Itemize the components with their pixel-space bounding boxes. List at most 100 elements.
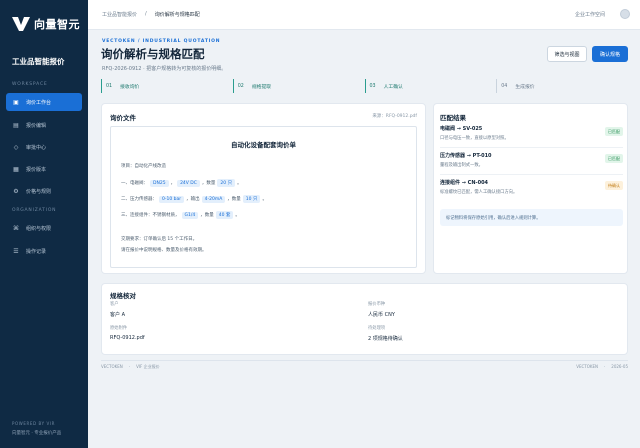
footer-separator: ·: [128, 364, 131, 369]
line-text: ，数量: [227, 197, 241, 202]
spec-tag[interactable]: DN25: [150, 179, 169, 187]
logo-mark-icon: [12, 17, 30, 31]
attachment-label: 原始附件: [110, 326, 128, 331]
page-footer: VECTOKEN · VIF 企业报价 VECTOKEN · 2026-05: [101, 360, 628, 370]
spec-check-title: 规格核对: [110, 292, 136, 300]
line-text: ，数量: [200, 213, 214, 218]
avatar[interactable]: [620, 9, 630, 19]
rfq-document-title: 询价文件: [110, 114, 136, 122]
document-preview: 自动化设备配套询价单 项目：自动化产线改造 一、电磁阀： DN25 ， 24V …: [110, 126, 417, 268]
currency-label: 报价币种: [368, 302, 386, 307]
footer-separator: ·: [604, 364, 606, 369]
match-item[interactable]: 压力传感器 → PT-010 量程及输出制式一致。 已匹配: [440, 152, 623, 168]
spec-tag[interactable]: G1/4: [181, 211, 199, 219]
line-text: ，数量: [201, 181, 216, 186]
page-title: 询价解析与规格匹配: [101, 47, 205, 61]
step-number: 04: [501, 83, 508, 89]
rfq-document-card: 询价文件 来源：RFQ-0912.pdf 自动化设备配套询价单 项目：自动化产线…: [101, 103, 426, 274]
document-icon: ▤: [13, 121, 19, 129]
footer-right-brand: VECTOKEN: [576, 364, 598, 369]
line-text: ，输出: [186, 197, 200, 202]
step-manual-confirm[interactable]: 03 人工确认: [364, 79, 491, 93]
section-workspace: WORKSPACE: [12, 82, 48, 87]
inbox-icon: ▣: [13, 98, 19, 106]
document-line-sensor: 二、压力传感器： 0-10 bar ，输出 4-20mA ，数量 10 只 。: [121, 195, 267, 203]
powered-by: POWERED BY VIR: [12, 421, 56, 426]
breadcrumb-root[interactable]: 工业品智能报价: [102, 11, 137, 18]
log-icon: ☰: [13, 247, 19, 255]
pending-label: 待处理项: [368, 326, 386, 331]
brand-logo[interactable]: 向量智元: [12, 16, 80, 32]
match-results-card: 匹配结果 电磁阀 → SV-025 口径与电压一致，直接以原型对照。 已匹配 压…: [433, 103, 628, 274]
document-delivery: 交期要求：订单确认后 15 个工作日。: [121, 237, 198, 242]
rules-icon: ⚙: [13, 187, 19, 195]
confirm-spec-button[interactable]: 确认规格: [592, 46, 628, 62]
line-text: 二、压力传感器：: [121, 197, 157, 202]
customer-label: 客户: [110, 302, 119, 307]
status-badge: 已匹配: [605, 127, 623, 136]
sidebar-item-org-permissions[interactable]: ⌘ 组织与权限: [6, 219, 82, 237]
brand-name: 向量智元: [34, 18, 80, 31]
document-heading: 自动化设备配套询价单: [231, 141, 296, 149]
attachment-link[interactable]: RFQ-0912.pdf: [110, 335, 145, 341]
app-title: 工业品智能报价: [12, 57, 65, 66]
breadcrumb-current: 询价解析与规格匹配: [154, 12, 200, 18]
footer-right: VECTOKEN · 2026-05: [576, 364, 628, 369]
step-receive-rfq[interactable]: 01 接收询价: [101, 79, 227, 93]
qty-tag[interactable]: 20 只: [217, 179, 236, 187]
line-text: 一、电磁阀：: [121, 181, 148, 186]
match-item[interactable]: 电磁阀 → SV-025 口径与电压一致，直接以原型对照。 已匹配: [440, 125, 623, 141]
line-text: 。: [237, 181, 242, 186]
filter-view-button[interactable]: 筛选与视图: [547, 46, 587, 62]
page-eyebrow: VECTOKEN / INDUSTRIAL QUOTATION: [102, 39, 221, 44]
sidebar-item-quote-edit[interactable]: ▤ 报价编辑: [6, 116, 82, 134]
sidebar: 向量智元 工业品智能报价 WORKSPACE ▣ 询价工作台 ▤ 报价编辑 ◇ …: [0, 0, 88, 448]
sidebar-item-pricing-rules[interactable]: ⚙ 价格与规则: [6, 182, 82, 200]
step-number: 02: [237, 83, 244, 89]
line-text: 。: [235, 213, 240, 218]
sidebar-item-versions[interactable]: ▦ 报价版本: [6, 160, 82, 178]
sidebar-item-label: 审批中心: [26, 144, 47, 151]
footer-left: VECTOKEN · VIF 企业报价: [101, 364, 160, 370]
step-generate-quote[interactable]: 04 生成报价: [496, 79, 622, 93]
spec-tag[interactable]: 0-10 bar: [159, 195, 185, 203]
topbar: 工业品智能报价 / 询价解析与规格匹配 企业工作空间: [88, 0, 640, 30]
match-item-title: 电磁阀 → SV-025: [440, 126, 483, 132]
match-item-title: 连接组件 → CN-004: [440, 180, 489, 186]
sidebar-item-activity-log[interactable]: ☰ 操作记录: [6, 242, 82, 260]
sidebar-item-approval[interactable]: ◇ 审批中心: [6, 138, 82, 156]
match-item-title: 压力传感器 → PT-010: [440, 153, 492, 159]
section-organization: ORGANIZATION: [12, 208, 57, 213]
sidebar-item-label: 价格与规则: [26, 188, 52, 195]
customer-value: 客户 A: [110, 312, 126, 318]
document-remark: 请在报价中说明规格、数量及价格有效期。: [121, 248, 207, 253]
product-tagline: 向量智元 · 专业报价产品: [12, 431, 62, 436]
spec-tag[interactable]: 4-20mA: [201, 195, 226, 203]
divider: [440, 147, 623, 148]
org-icon: ⌘: [13, 224, 19, 232]
qty-tag[interactable]: 10 只: [242, 195, 261, 203]
step-label: 规格提取: [251, 84, 272, 90]
status-badge: 待确认: [605, 181, 623, 190]
step-label: 生成报价: [515, 84, 535, 90]
sidebar-item-label: 报价版本: [26, 166, 47, 173]
document-source[interactable]: 来源：RFQ-0912.pdf: [372, 113, 417, 119]
step-spec-extract[interactable]: 02 规格提取: [232, 79, 359, 93]
currency-value: 人民币 CNY: [368, 312, 395, 318]
page-subtitle: RFQ-2026-0912 · 把客户规格转为可复核的报价明细。: [102, 66, 227, 72]
spec-tag[interactable]: 24V DC: [177, 179, 200, 187]
step-number: 01: [106, 83, 113, 89]
divider: [440, 174, 623, 175]
sidebar-item-rfq-workbench[interactable]: ▣ 询价工作台: [6, 93, 82, 111]
workspace-switcher[interactable]: 企业工作空间: [575, 11, 605, 18]
match-item[interactable]: 连接组件 → CN-004 标准螺纹已匹配，需人工确认接口方向。 待确认: [440, 179, 623, 195]
sidebar-item-label: 操作记录: [26, 248, 47, 255]
spec-check-card: 规格核对 客户 客户 A 报价币种 人民币 CNY 原始附件 RFQ-0912.…: [101, 283, 628, 355]
sidebar-item-label: 组织与权限: [26, 225, 52, 232]
versions-icon: ▦: [13, 165, 19, 173]
qty-tag[interactable]: 40 套: [215, 211, 234, 219]
document-line-connector: 三、连接组件：不锈钢材质， G1/4 ，数量 40 套 。: [121, 211, 240, 219]
sidebar-item-label: 询价工作台: [26, 99, 52, 106]
footer-brand: VECTOKEN: [101, 364, 123, 369]
footer-date: 2026-05: [611, 364, 628, 369]
